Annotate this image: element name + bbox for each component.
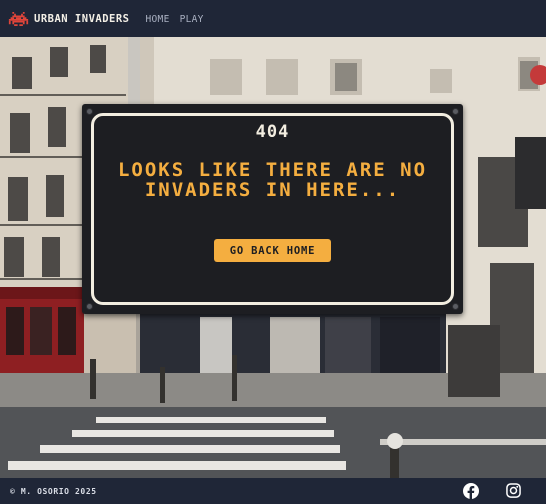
top-navbar: URBAN INVADERS HOME PLAY: [0, 0, 546, 37]
error-sign: 404 LOOKS LIKE THERE ARE NO INVADERS IN …: [82, 104, 463, 314]
sign-bolt: [86, 303, 93, 310]
nav-play-link[interactable]: PLAY: [180, 14, 204, 25]
sign-bolt: [86, 108, 93, 115]
error-code: 404: [255, 122, 290, 142]
main-nav: HOME PLAY: [146, 13, 204, 25]
footer: © M. OSORIO 2025: [0, 478, 546, 504]
copyright-text: © M. OSORIO 2025: [10, 486, 97, 496]
sign-bolt: [452, 303, 459, 310]
brand-name[interactable]: URBAN INVADERS: [34, 13, 130, 25]
sign-bolt: [452, 108, 459, 115]
nav-home-link[interactable]: HOME: [146, 14, 170, 25]
go-back-home-button[interactable]: GO BACK HOME: [214, 239, 331, 262]
street-background-image: 404 LOOKS LIKE THERE ARE NO INVADERS IN …: [0, 37, 546, 478]
space-invader-icon[interactable]: [8, 11, 29, 26]
instagram-icon[interactable]: [506, 483, 521, 498]
facebook-icon[interactable]: [463, 483, 479, 499]
error-message: LOOKS LIKE THERE ARE NO INVADERS IN HERE…: [117, 159, 428, 201]
